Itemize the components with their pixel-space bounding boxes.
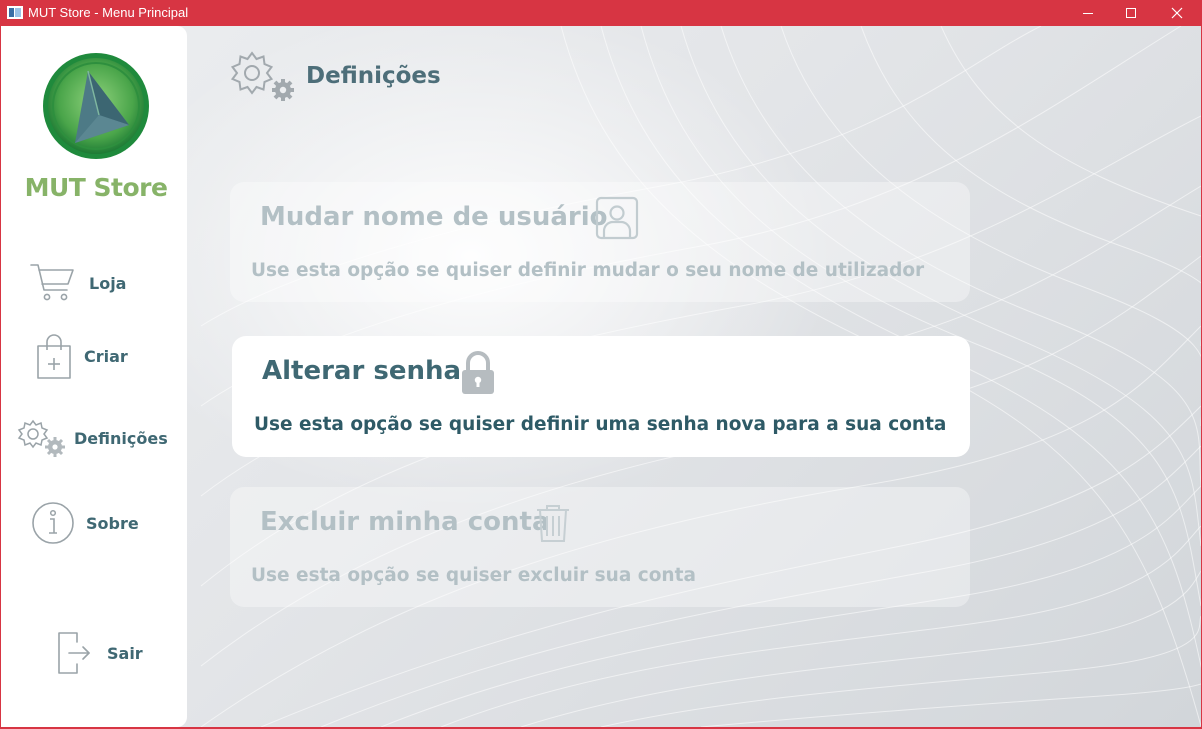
shopping-bag-add-icon [37,334,71,379]
sidebar-item-definicoes[interactable]: Definições [17,419,168,457]
card-title: Alterar senha [262,356,462,386]
sidebar-item-label: Definições [74,428,168,448]
window-titlebar: MUT Store - Menu Principal [0,0,1202,26]
brand-logo [43,53,149,159]
close-button[interactable] [1154,0,1200,26]
change-password-card[interactable]: Alterar senha Use esta opção se quiser d… [232,336,970,457]
sidebar-item-label: Sobre [86,513,139,533]
sidebar-item-label: Loja [89,273,127,293]
info-icon [32,502,74,544]
card-description: Use esta opção se quiser definir uma sen… [254,414,947,435]
sidebar-item-label: Criar [84,346,128,366]
page-title: Definições [306,63,441,89]
logout-icon [58,632,90,674]
gears-icon [230,51,294,101]
user-portrait-icon [595,196,639,240]
lock-icon [462,351,494,394]
minimize-icon [1083,13,1093,14]
maximize-button[interactable] [1108,0,1154,26]
cart-icon [30,264,74,301]
trash-icon [537,505,569,542]
card-description: Use esta opção se quiser excluir sua con… [251,565,696,586]
logout-button[interactable]: Sair [57,630,143,676]
close-icon [1171,7,1183,19]
sidebar-item-criar[interactable]: Criar [35,334,128,380]
change-username-card[interactable]: Mudar nome de usuário Use esta opção se … [230,182,970,302]
logout-label: Sair [107,643,143,663]
app-icon [7,6,23,19]
page-header: Definições [230,50,441,102]
sidebar-item-loja[interactable]: Loja [29,262,126,304]
brand-name: MUT Store [24,173,168,202]
maximize-icon [1126,8,1136,18]
card-title: Mudar nome de usuário [260,202,608,232]
sidebar-item-sobre[interactable]: Sobre [31,501,139,545]
window-title: MUT Store - Menu Principal [28,5,189,20]
card-description: Use esta opção se quiser definir mudar o… [251,260,925,281]
sidebar: MUT Store Loja Criar Definições Sobre Sa… [1,26,187,727]
minimize-button[interactable] [1065,0,1111,26]
card-title: Excluir minha conta [260,507,550,537]
gears-icon [17,419,65,457]
delete-account-card[interactable]: Excluir minha conta Use esta opção se qu… [230,487,970,607]
